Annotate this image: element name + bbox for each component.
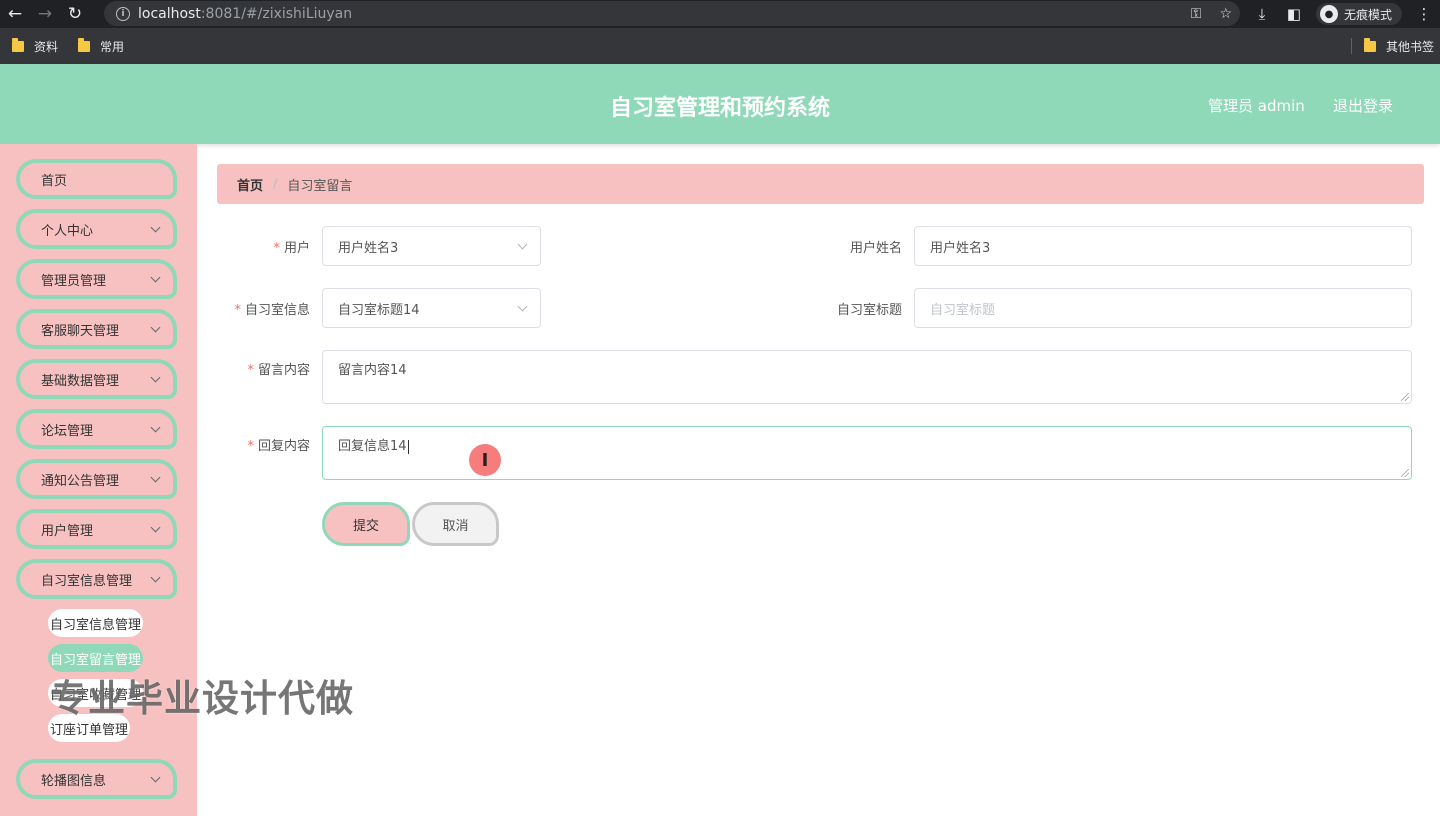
- download-icon[interactable]: ⤓: [1246, 5, 1278, 23]
- user-select[interactable]: 用户姓名3: [322, 226, 541, 266]
- chevron-down-icon: [150, 272, 161, 283]
- bookmark-label: 资料: [34, 39, 59, 54]
- message-value: 留言内容14: [338, 363, 407, 378]
- cancel-button[interactable]: 取消: [412, 502, 499, 546]
- sidebar-item-label: 基础数据管理: [41, 373, 120, 389]
- chevron-down-icon: [150, 372, 161, 383]
- key-icon[interactable]: ⚿: [1191, 6, 1202, 22]
- user-name-value: 用户姓名3: [930, 240, 991, 256]
- star-icon[interactable]: ☆: [1219, 6, 1232, 22]
- incognito-badge[interactable]: ● 无痕模式: [1315, 3, 1402, 25]
- other-bookmarks[interactable]: 其他书签: [1363, 28, 1434, 64]
- url-path: :8081/#/zixishiLiuyan: [200, 5, 353, 22]
- sidebar-item-label: 通知公告管理: [41, 473, 120, 489]
- chevron-down-icon: [517, 239, 528, 250]
- back-icon[interactable]: ←: [0, 0, 30, 28]
- sidebar-item-carousel[interactable]: 轮播图信息: [16, 759, 177, 799]
- submenu-item-room-info[interactable]: 自习室信息管理: [48, 609, 144, 637]
- required-mark: *: [247, 439, 254, 454]
- other-bookmarks-label: 其他书签: [1385, 39, 1434, 54]
- incognito-label: 无痕模式: [1343, 7, 1392, 22]
- chevron-down-icon: [150, 222, 161, 233]
- chevron-down-icon: [150, 522, 161, 533]
- side-panel-icon[interactable]: ◧: [1278, 5, 1310, 23]
- message-label: * 留言内容: [247, 363, 310, 378]
- resize-grip-icon[interactable]: [1401, 469, 1409, 477]
- incognito-icon: ●: [1319, 5, 1338, 23]
- user-label: * 用户: [273, 241, 310, 256]
- submit-button[interactable]: 提交: [322, 502, 410, 546]
- text-cursor-icon: I: [469, 444, 501, 476]
- browser-toolbar: ← → ↻ i localhost:8081/#/zixishiLiuyan ⚿…: [0, 0, 1440, 28]
- breadcrumb-home[interactable]: 首页: [237, 175, 263, 194]
- room-select[interactable]: 自习室标题14: [322, 288, 541, 328]
- info-icon[interactable]: i: [116, 6, 130, 21]
- bookmark-label: 常用: [100, 39, 125, 54]
- required-mark: *: [234, 303, 241, 318]
- room-title-input[interactable]: 自习室标题: [914, 288, 1412, 328]
- room-select-value: 自习室标题14: [338, 302, 420, 318]
- room-info-label: * 自习室信息: [234, 303, 310, 318]
- sidebar-item-home[interactable]: 首页: [16, 159, 177, 199]
- required-mark: *: [273, 241, 280, 256]
- folder-icon: [12, 37, 24, 52]
- sidebar-item-label: 自习室信息管理: [41, 573, 133, 589]
- reply-value: 回复信息14: [338, 439, 407, 454]
- folder-icon: [1363, 37, 1376, 52]
- room-title-placeholder: 自习室标题: [930, 302, 996, 318]
- logout-link[interactable]: 退出登录: [1333, 95, 1393, 116]
- chevron-up-icon: [150, 572, 161, 583]
- sidebar-item-forum[interactable]: 论坛管理: [16, 409, 177, 449]
- chevron-down-icon: [150, 422, 161, 433]
- url-host: localhost: [138, 5, 201, 22]
- sidebar-item-label: 论坛管理: [41, 423, 94, 439]
- forward-icon[interactable]: →: [30, 0, 60, 28]
- reply-label: * 回复内容: [247, 439, 310, 454]
- sidebar-item-notices[interactable]: 通知公告管理: [16, 459, 177, 499]
- sidebar-item-label: 轮播图信息: [41, 773, 107, 789]
- reload-icon[interactable]: ↻: [60, 0, 90, 28]
- bookmark-divider: [1351, 38, 1352, 54]
- user-select-value: 用户姓名3: [338, 240, 399, 256]
- breadcrumb-current: 自习室留言: [287, 178, 353, 194]
- chevron-down-icon: [517, 301, 528, 312]
- breadcrumb-separator: /: [273, 176, 278, 192]
- bookmark-folder-ziliao[interactable]: 资料: [12, 37, 59, 55]
- user-name-label: 用户姓名: [849, 241, 902, 256]
- bookmark-folder-changyong[interactable]: 常用: [78, 37, 125, 55]
- watermark-text: 专业毕业设计代做: [50, 677, 354, 720]
- room-title-label: 自习室标题: [836, 303, 902, 318]
- chevron-down-icon: [150, 472, 161, 483]
- chevron-down-icon: [150, 772, 161, 783]
- app-header: 自习室管理和预约系统 管理员 admin 退出登录: [0, 64, 1440, 144]
- text-caret: [407, 439, 409, 454]
- submenu-item-label: 自习室信息管理: [50, 617, 142, 633]
- folder-icon: [78, 37, 91, 52]
- sidebar-item-label: 用户管理: [41, 523, 94, 539]
- address-bar[interactable]: i localhost:8081/#/zixishiLiuyan ⚿ ☆: [104, 1, 1240, 26]
- bookmarks-bar: 资料 常用 其他书签: [0, 28, 1440, 64]
- user-name-input[interactable]: 用户姓名3: [914, 226, 1412, 266]
- resize-grip-icon[interactable]: [1401, 393, 1409, 401]
- sidebar-item-label: 客服聊天管理: [41, 323, 120, 339]
- required-mark: *: [247, 363, 254, 378]
- sidebar-item-personal-center[interactable]: 个人中心: [16, 209, 177, 249]
- chevron-down-icon: [150, 322, 161, 333]
- kebab-menu-icon[interactable]: ⋮: [1408, 5, 1440, 23]
- sidebar-item-room-info[interactable]: 自习室信息管理: [16, 559, 177, 599]
- submenu-item-label: 自习室留言管理: [50, 652, 142, 668]
- breadcrumb: 首页 / 自习室留言: [217, 164, 1424, 204]
- sidebar-item-chat-management[interactable]: 客服聊天管理: [16, 309, 177, 349]
- sidebar-item-admin-management[interactable]: 管理员管理: [16, 259, 177, 299]
- sidebar-item-base-data[interactable]: 基础数据管理: [16, 359, 177, 399]
- sidebar-item-users[interactable]: 用户管理: [16, 509, 177, 549]
- sidebar-item-label: 个人中心: [41, 223, 94, 239]
- sidebar-item-label: 首页: [41, 173, 68, 189]
- current-user: 管理员 admin: [1208, 97, 1305, 115]
- sidebar-item-label: 管理员管理: [41, 273, 107, 289]
- message-textarea[interactable]: 留言内容14: [322, 350, 1412, 404]
